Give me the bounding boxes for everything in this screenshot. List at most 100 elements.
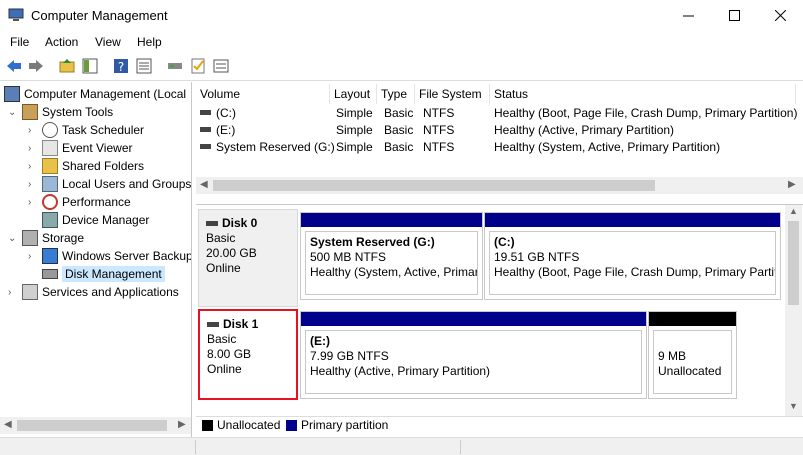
legend-unallocated: Unallocated bbox=[217, 418, 281, 432]
column-header-file-system[interactable]: File System bbox=[415, 84, 490, 104]
disk-icon bbox=[207, 322, 219, 328]
help-icon[interactable]: ? bbox=[112, 57, 130, 75]
tree-item-windows-server-backup[interactable]: › Windows Server Backup bbox=[28, 247, 191, 265]
chevron-right-icon[interactable]: › bbox=[28, 251, 38, 262]
minimize-icon bbox=[682, 15, 694, 17]
maximize-icon bbox=[728, 10, 740, 21]
chevron-right-icon[interactable]: › bbox=[28, 197, 38, 208]
minimize-button[interactable] bbox=[665, 0, 711, 31]
partition-c[interactable]: (C:) 19.51 GB NTFS Healthy (Boot, Page F… bbox=[484, 212, 781, 300]
properties-icon[interactable] bbox=[135, 57, 153, 75]
scroll-up-icon[interactable]: ▲ bbox=[789, 206, 798, 216]
menu-file[interactable]: File bbox=[10, 35, 29, 49]
up-folder-icon[interactable] bbox=[58, 57, 76, 75]
toolbar: ? bbox=[0, 53, 803, 81]
disk-1-label[interactable]: Disk 1 Basic 8.00 GB Online bbox=[198, 309, 298, 400]
tree-item-storage[interactable]: ⌄ Storage bbox=[8, 229, 84, 247]
console-tree: Computer Management (Local ⌄ System Tool… bbox=[0, 82, 192, 437]
computer-icon bbox=[4, 86, 20, 102]
drive-icon bbox=[200, 144, 211, 149]
scroll-left-icon[interactable]: ◀ bbox=[200, 179, 208, 190]
title-bar: Computer Management bbox=[0, 0, 803, 31]
volume-list-horizontal-scrollbar[interactable]: ◀ ▶ bbox=[196, 177, 803, 194]
storage-icon bbox=[22, 230, 38, 246]
table-row[interactable]: System Reserved (G:) Simple Basic NTFS H… bbox=[196, 139, 796, 156]
back-arrow-icon[interactable] bbox=[5, 57, 23, 75]
status-divider bbox=[195, 440, 196, 454]
table-row[interactable]: (E:) Simple Basic NTFS Healthy (Active, … bbox=[196, 122, 796, 139]
legend-primary-partition: Primary partition bbox=[301, 418, 389, 432]
tree-item-shared-folders[interactable]: › Shared Folders bbox=[28, 157, 144, 175]
disk-graphical-view: Disk 0 Basic 20.00 GB Online System Rese… bbox=[196, 204, 803, 416]
chevron-right-icon[interactable]: › bbox=[28, 143, 38, 154]
drive-icon bbox=[200, 110, 211, 115]
column-header-layout[interactable]: Layout bbox=[330, 84, 377, 104]
disk-icon bbox=[206, 221, 218, 227]
chevron-right-icon[interactable]: › bbox=[28, 125, 38, 136]
export-list-icon[interactable] bbox=[212, 57, 230, 75]
device-manager-icon bbox=[42, 212, 58, 228]
svg-text:?: ? bbox=[118, 60, 124, 74]
tree-item-event-viewer[interactable]: › Event Viewer bbox=[28, 139, 132, 157]
tree-item-performance[interactable]: › Performance bbox=[28, 193, 131, 211]
column-header-status[interactable]: Status bbox=[490, 84, 796, 104]
status-divider bbox=[460, 440, 461, 454]
users-icon bbox=[42, 176, 58, 192]
scroll-thumb[interactable] bbox=[213, 180, 655, 191]
shared-folder-icon bbox=[42, 158, 58, 174]
scroll-left-icon[interactable]: ◀ bbox=[4, 419, 12, 430]
tree-item-local-users[interactable]: › Local Users and Groups bbox=[28, 175, 191, 193]
tree-item-system-tools[interactable]: ⌄ System Tools bbox=[8, 103, 113, 121]
clock-icon bbox=[42, 122, 58, 138]
scroll-down-icon[interactable]: ▼ bbox=[789, 401, 798, 411]
scroll-thumb[interactable] bbox=[17, 420, 167, 431]
maximize-button[interactable] bbox=[711, 0, 757, 31]
forward-arrow-icon[interactable] bbox=[27, 57, 45, 75]
close-button[interactable] bbox=[757, 0, 803, 31]
close-icon bbox=[774, 10, 786, 21]
graph-vertical-scrollbar[interactable]: ▲ ▼ bbox=[785, 205, 802, 416]
tree-item-root[interactable]: Computer Management (Local bbox=[4, 85, 186, 103]
disk-management-icon bbox=[42, 269, 58, 279]
tree-horizontal-scrollbar[interactable]: ◀ ▶ bbox=[0, 417, 191, 434]
tree-item-device-manager[interactable]: Device Manager bbox=[42, 211, 149, 229]
tree-item-task-scheduler[interactable]: › Task Scheduler bbox=[28, 121, 144, 139]
legend: Unallocated Primary partition bbox=[196, 416, 803, 434]
volume-list: Volume Layout Type File System Status (C… bbox=[196, 84, 803, 202]
column-header-type[interactable]: Type bbox=[377, 84, 415, 104]
drive-icon bbox=[200, 127, 211, 132]
table-row[interactable]: (C:) Simple Basic NTFS Healthy (Boot, Pa… bbox=[196, 105, 797, 122]
chevron-right-icon[interactable]: › bbox=[28, 161, 38, 172]
partition-unallocated[interactable]: 9 MB Unallocated bbox=[648, 311, 737, 399]
menu-action[interactable]: Action bbox=[45, 35, 78, 49]
performance-icon bbox=[42, 194, 58, 210]
menu-help[interactable]: Help bbox=[137, 35, 162, 49]
scroll-thumb[interactable] bbox=[788, 221, 799, 305]
menu-view[interactable]: View bbox=[95, 35, 121, 49]
menu-bar: File Action View Help bbox=[0, 31, 803, 53]
tree-item-disk-management[interactable]: Disk Management bbox=[42, 265, 165, 283]
tree-item-services-applications[interactable]: › Services and Applications bbox=[8, 283, 179, 301]
connect-icon[interactable] bbox=[166, 57, 184, 75]
window-title: Computer Management bbox=[31, 8, 168, 23]
backup-icon bbox=[42, 248, 58, 264]
unallocated-swatch bbox=[202, 420, 213, 431]
scroll-right-icon[interactable]: ▶ bbox=[178, 419, 186, 430]
primary-partition-bar bbox=[485, 213, 780, 227]
status-bar bbox=[0, 437, 803, 455]
partition-e[interactable]: (E:) 7.99 GB NTFS Healthy (Active, Prima… bbox=[300, 311, 647, 399]
show-hide-tree-icon[interactable] bbox=[81, 57, 99, 75]
checklist-icon[interactable] bbox=[189, 57, 207, 75]
scroll-right-icon[interactable]: ▶ bbox=[788, 179, 796, 190]
chevron-down-icon[interactable]: ⌄ bbox=[8, 107, 18, 118]
chevron-down-icon[interactable]: ⌄ bbox=[8, 233, 18, 244]
tools-icon bbox=[22, 104, 38, 120]
disk-0-label[interactable]: Disk 0 Basic 20.00 GB Online bbox=[198, 209, 298, 307]
services-icon bbox=[22, 284, 38, 300]
chevron-right-icon[interactable]: › bbox=[28, 179, 38, 190]
partition-system-reserved[interactable]: System Reserved (G:) 500 MB NTFS Healthy… bbox=[300, 212, 483, 300]
chevron-right-icon[interactable]: › bbox=[8, 287, 18, 298]
computer-management-icon bbox=[8, 8, 24, 21]
primary-partition-swatch bbox=[286, 420, 297, 431]
column-header-volume[interactable]: Volume bbox=[196, 84, 330, 104]
